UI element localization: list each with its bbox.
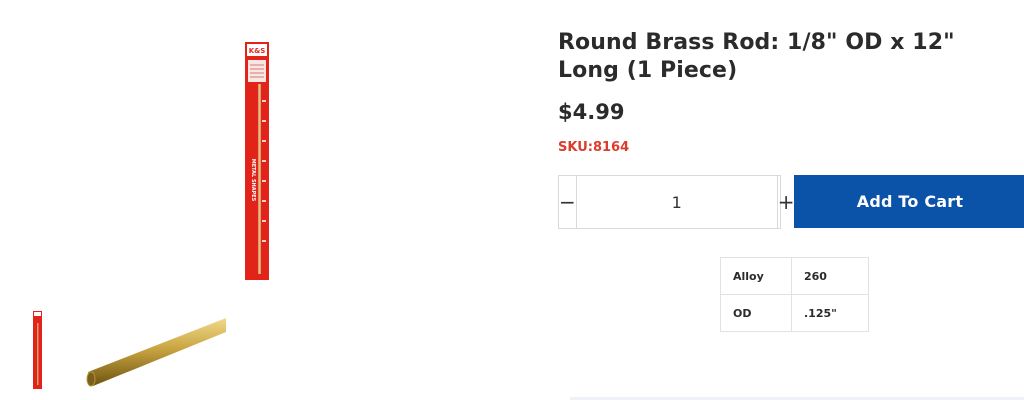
specs-table: Alloy 260 OD .125" — [720, 257, 869, 332]
quantity-stepper: − + — [558, 175, 795, 229]
quantity-input[interactable] — [576, 176, 777, 228]
package-logo: K&S — [249, 47, 266, 55]
thumbnail-brass-rod[interactable] — [84, 314, 226, 394]
product-price: $4.99 — [558, 100, 625, 124]
spec-value: 260 — [791, 257, 869, 295]
spec-value: .125" — [791, 294, 869, 332]
spec-key: OD — [720, 294, 792, 332]
table-row: OD .125" — [720, 294, 869, 332]
table-row: Alloy 260 — [720, 257, 869, 295]
package-label: METAL SHAPES — [250, 159, 256, 202]
add-to-cart-button[interactable]: Add To Cart — [794, 175, 1024, 228]
quantity-decrease-button[interactable]: − — [559, 176, 577, 228]
thumbnail-package[interactable] — [28, 309, 48, 391]
main-product-image[interactable]: K&S METAL SHAPES — [238, 40, 272, 282]
quantity-increase-button[interactable]: + — [776, 176, 795, 228]
spec-key: Alloy — [720, 257, 792, 295]
product-title: Round Brass Rod: 1/8" OD x 12" Long (1 P… — [558, 30, 955, 83]
product-sku: SKU:8164 — [558, 140, 630, 155]
